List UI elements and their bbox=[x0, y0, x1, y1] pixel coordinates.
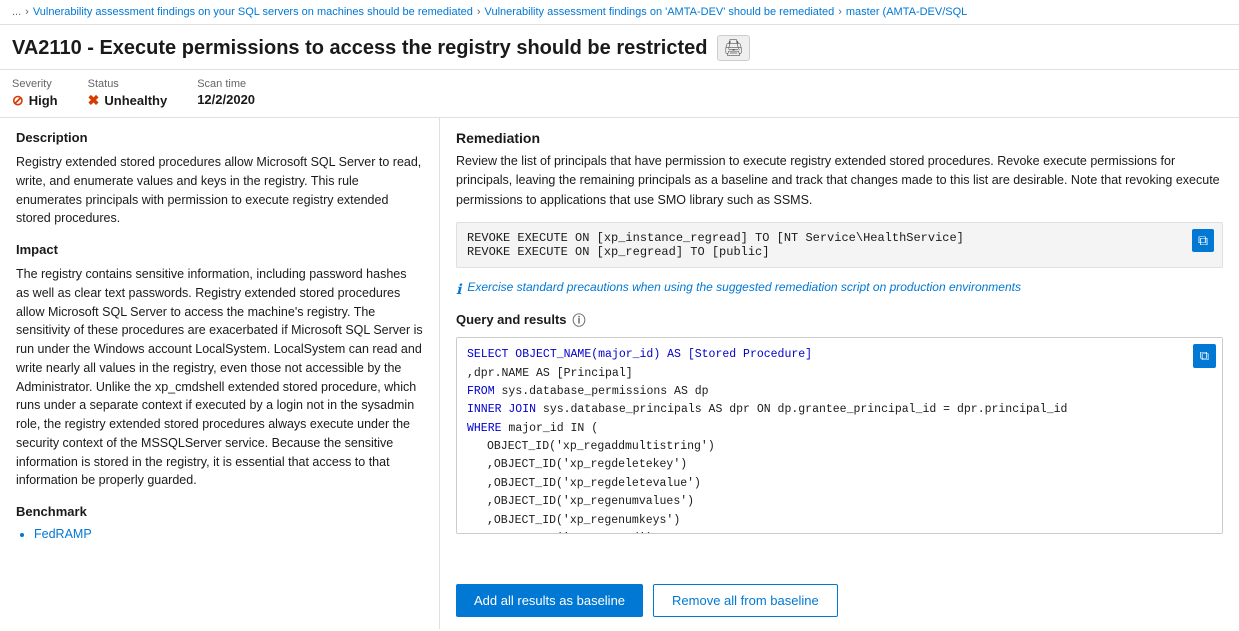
code-line-2: REVOKE EXECUTE ON [xp_regread] TO [publi… bbox=[467, 245, 1212, 259]
action-buttons: Add all results as baseline Remove all f… bbox=[456, 574, 1223, 617]
breadcrumb: ... › Vulnerability assessment findings … bbox=[0, 0, 1239, 25]
remediation-code-block: REVOKE EXECUTE ON [xp_instance_regread] … bbox=[456, 222, 1223, 268]
query-line-4: INNER JOIN bbox=[467, 403, 543, 416]
breadcrumb-link-3[interactable]: master (AMTA-DEV/SQL bbox=[846, 6, 967, 18]
query-line-2: ,dpr.NAME AS [Principal] bbox=[467, 367, 633, 380]
query-line-11: ,OBJECT_ID('xp_regread') bbox=[467, 530, 653, 533]
remediation-title: Remediation bbox=[456, 130, 1223, 146]
breadcrumb-dots: ... bbox=[12, 6, 21, 18]
query-line-1: SELECT OBJECT_NAME(major_id) AS [Stored … bbox=[467, 348, 812, 361]
page-title-row: VA2110 - Execute permissions to access t… bbox=[0, 25, 1239, 70]
info-icon: ℹ bbox=[456, 281, 461, 298]
status-icon: ✖ bbox=[88, 92, 100, 109]
status-item: Status ✖ Unhealthy bbox=[88, 78, 198, 109]
page-title: VA2110 - Execute permissions to access t… bbox=[12, 37, 707, 60]
remediation-section: Remediation Review the list of principal… bbox=[456, 130, 1223, 210]
left-panel: Description Registry extended stored pro… bbox=[0, 118, 440, 629]
impact-text: The registry contains sensitive informat… bbox=[16, 265, 423, 490]
benchmark-item-fedramp: FedRAMP bbox=[34, 527, 423, 541]
query-scroll[interactable]: SELECT OBJECT_NAME(major_id) AS [Stored … bbox=[457, 338, 1222, 533]
copy-code-button[interactable]: ⧉ bbox=[1192, 229, 1214, 252]
description-title: Description bbox=[16, 130, 423, 145]
remediation-text: Review the list of principals that have … bbox=[456, 152, 1223, 210]
query-box-container: SELECT OBJECT_NAME(major_id) AS [Stored … bbox=[456, 337, 1223, 534]
info-note: ℹ Exercise standard precautions when usi… bbox=[456, 280, 1223, 298]
code-line-1: REVOKE EXECUTE ON [xp_instance_regread] … bbox=[467, 231, 1212, 245]
query-line-10: ,OBJECT_ID('xp_regenumkeys') bbox=[467, 512, 680, 530]
scan-time-label: Scan time bbox=[197, 78, 255, 90]
impact-title: Impact bbox=[16, 242, 423, 257]
breadcrumb-sep2: › bbox=[477, 6, 481, 18]
benchmark-list: FedRAMP bbox=[16, 527, 423, 541]
severity-icon: ⊘ bbox=[12, 92, 24, 109]
query-line-8: ,OBJECT_ID('xp_regdeletevalue') bbox=[467, 475, 701, 493]
query-line-5: WHERE bbox=[467, 422, 508, 435]
query-title: Query and results bbox=[456, 312, 567, 327]
print-button[interactable]: 🖨 bbox=[717, 35, 749, 61]
benchmark-title: Benchmark bbox=[16, 504, 423, 519]
scan-time-item: Scan time 12/2/2020 bbox=[197, 78, 285, 109]
severity-value: ⊘ High bbox=[12, 92, 58, 109]
status-label: Status bbox=[88, 78, 168, 90]
breadcrumb-link-1[interactable]: Vulnerability assessment findings on you… bbox=[33, 6, 473, 18]
info-note-text: Exercise standard precautions when using… bbox=[467, 280, 1021, 294]
status-value: ✖ Unhealthy bbox=[88, 92, 168, 109]
main-content: Description Registry extended stored pro… bbox=[0, 118, 1239, 629]
scan-time-text: 12/2/2020 bbox=[197, 92, 255, 107]
meta-row: Severity ⊘ High Status ✖ Unhealthy Scan … bbox=[0, 70, 1239, 118]
scan-time-value: 12/2/2020 bbox=[197, 92, 255, 107]
query-header: Query and results ⓘ bbox=[456, 310, 1223, 329]
query-section: Query and results ⓘ SELECT OBJECT_NAME(m… bbox=[456, 310, 1223, 534]
status-text: Unhealthy bbox=[104, 93, 167, 108]
description-text: Registry extended stored procedures allo… bbox=[16, 153, 423, 228]
copy-query-button[interactable]: ⧉ bbox=[1193, 344, 1216, 368]
severity-label: Severity bbox=[12, 78, 58, 90]
query-info-icon: ⓘ bbox=[573, 310, 586, 329]
severity-text: High bbox=[29, 93, 58, 108]
query-line-7: ,OBJECT_ID('xp_regdeletekey') bbox=[467, 456, 687, 474]
query-line-3: FROM bbox=[467, 385, 502, 398]
breadcrumb-sep3: › bbox=[838, 6, 842, 18]
remove-baseline-button[interactable]: Remove all from baseline bbox=[653, 584, 838, 617]
right-panel: Remediation Review the list of principal… bbox=[440, 118, 1239, 629]
severity-item: Severity ⊘ High bbox=[12, 78, 88, 109]
breadcrumb-sep: › bbox=[25, 6, 29, 18]
query-line-6: OBJECT_ID('xp_regaddmultistring') bbox=[467, 438, 715, 456]
breadcrumb-link-2[interactable]: Vulnerability assessment findings on 'AM… bbox=[485, 6, 835, 18]
query-line-9: ,OBJECT_ID('xp_regenumvalues') bbox=[467, 493, 694, 511]
add-baseline-button[interactable]: Add all results as baseline bbox=[456, 584, 643, 617]
